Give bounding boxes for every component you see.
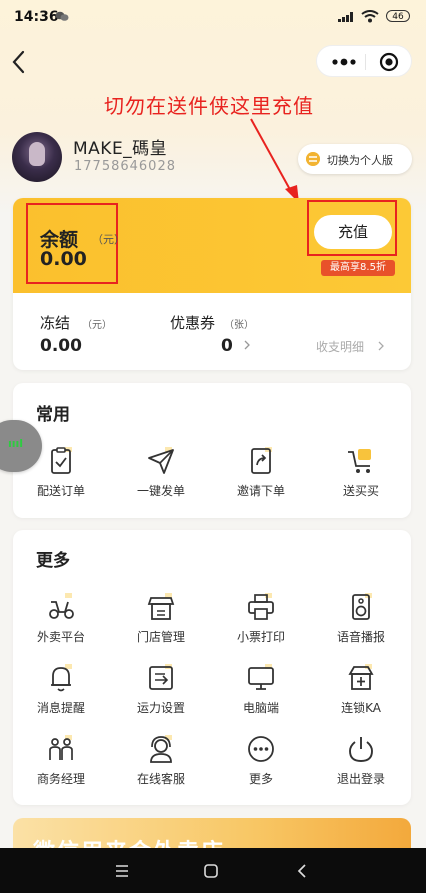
transport-settings-icon — [149, 664, 173, 690]
more-item-receipt-printing[interactable]: 小票打印 — [211, 592, 311, 645]
close-target-icon[interactable] — [379, 52, 399, 72]
mini-program-capsule — [316, 45, 412, 77]
system-nav-bar — [0, 848, 426, 893]
business-manager-icon — [49, 735, 73, 760]
more-item-chain-ka[interactable]: 连锁KA — [311, 663, 411, 716]
item-label: 退出登录 — [336, 772, 385, 786]
power-icon — [349, 737, 373, 762]
more-item-online-service[interactable]: 在线客服 — [111, 734, 211, 787]
chain-store-icon — [348, 664, 374, 690]
item-label: 邀请下单 — [236, 484, 285, 498]
item-label: 门店管理 — [136, 630, 185, 644]
more-dots-icon[interactable] — [330, 54, 358, 70]
status-bar: 14:36 46 — [0, 0, 426, 34]
more-item-capacity-settings[interactable]: 运力设置 — [111, 663, 211, 716]
back-icon[interactable] — [292, 861, 312, 881]
home-icon[interactable] — [201, 861, 221, 881]
share-document-icon — [251, 447, 272, 474]
item-label: 配送订单 — [36, 484, 85, 498]
coupons-label: 优惠券 — [170, 314, 216, 332]
more-dots-icon — [248, 736, 274, 762]
item-label: 电脑端 — [242, 701, 279, 715]
menu-icon[interactable] — [112, 861, 132, 881]
printer-icon — [248, 593, 274, 620]
item-label: 一键发单 — [136, 484, 185, 498]
avatar-figure — [29, 142, 45, 166]
balance-value: 0.00 — [40, 248, 87, 270]
chevron-right-icon[interactable] — [377, 340, 385, 352]
more-item-logout[interactable]: 退出登录 — [311, 734, 411, 787]
switch-personal-button[interactable]: 切换为个人版 — [298, 144, 412, 174]
more-title: 更多 — [36, 551, 70, 571]
phone-number: 17758646028 — [74, 159, 176, 174]
recharge-button[interactable]: 充值 — [314, 215, 392, 249]
frozen-label: 冻结 — [40, 314, 71, 332]
item-label: 在线客服 — [136, 772, 185, 786]
coupons-unit: （张） — [224, 320, 254, 331]
shopping-cart-icon — [348, 449, 371, 473]
back-chevron-icon[interactable] — [8, 48, 32, 76]
store-icon — [147, 593, 175, 620]
annotation-arrow-icon — [250, 118, 299, 203]
common-item-quick-dispatch[interactable]: 一键发单 — [111, 446, 211, 499]
username: MAKE_碼皇 — [73, 139, 168, 159]
more-item-more[interactable]: 更多 — [211, 734, 311, 787]
more-item-takeaway-platform[interactable]: 外卖平台 — [11, 592, 111, 645]
scooter-icon — [49, 593, 74, 619]
common-item-send-buy[interactable]: 送买买 — [311, 446, 411, 499]
more-item-business-manager[interactable]: 商务经理 — [11, 734, 111, 787]
battery-icon: 46 — [386, 10, 410, 22]
item-label: 外卖平台 — [36, 630, 85, 644]
discount-badge: 最高享8.5折 — [321, 260, 395, 276]
chevron-right-icon[interactable] — [243, 339, 251, 351]
switch-icon — [306, 152, 320, 166]
wifi-icon — [361, 10, 379, 23]
more-item-message-reminder[interactable]: 消息提醒 — [11, 663, 111, 716]
avatar[interactable] — [12, 132, 62, 182]
status-time: 14:36 — [14, 9, 59, 25]
common-item-invite-order[interactable]: 邀请下单 — [211, 446, 311, 499]
more-item-voice-broadcast[interactable]: 语音播报 — [311, 592, 411, 645]
wechat-icon — [55, 11, 69, 21]
item-label: 语音播报 — [336, 630, 385, 644]
balance-unit: （元） — [92, 233, 125, 246]
more-item-store-management[interactable]: 门店管理 — [111, 592, 211, 645]
item-label: 消息提醒 — [36, 701, 85, 715]
common-title: 常用 — [36, 405, 70, 425]
item-label: 更多 — [248, 772, 273, 786]
capsule-divider — [365, 54, 366, 70]
frozen-value: 0.00 — [40, 336, 82, 356]
headset-icon — [150, 735, 172, 763]
item-label: 商务经理 — [36, 772, 85, 786]
monitor-icon — [248, 664, 274, 690]
signal-icon — [338, 12, 353, 22]
more-item-desktop[interactable]: 电脑端 — [211, 663, 311, 716]
floating-ball-label: ıııl — [8, 437, 24, 450]
item-label: 小票打印 — [236, 630, 285, 644]
clipboard-check-icon — [51, 447, 72, 474]
paper-plane-icon — [148, 447, 174, 474]
frozen-unit: （元） — [82, 320, 112, 331]
item-label: 运力设置 — [136, 701, 185, 715]
coupons-value[interactable]: 0 — [221, 336, 233, 356]
income-detail-link[interactable]: 收支明细 — [316, 338, 364, 355]
switch-label: 切换为个人版 — [327, 154, 393, 167]
speaker-icon — [352, 593, 372, 620]
bell-icon — [51, 664, 72, 692]
item-label: 连锁KA — [341, 701, 381, 715]
item-label: 送买买 — [342, 484, 379, 498]
